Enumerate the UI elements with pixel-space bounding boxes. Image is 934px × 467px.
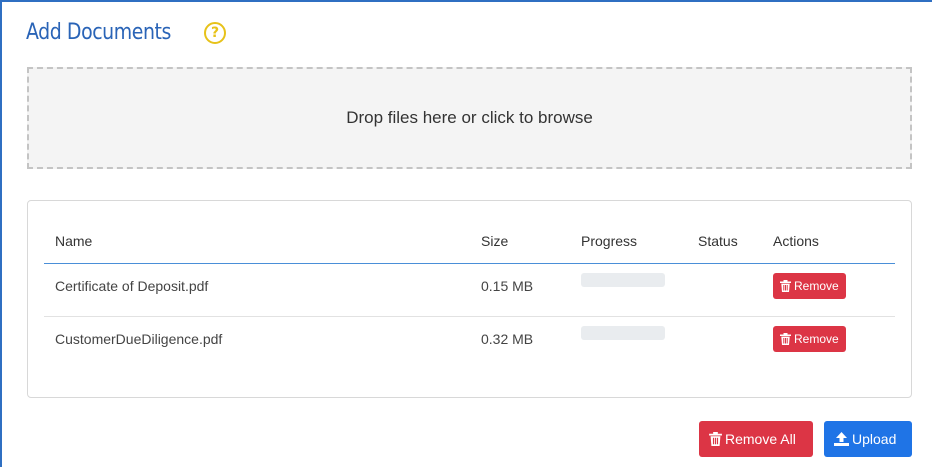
file-size: 0.32 MB [481, 331, 534, 347]
dropzone-label: Drop files here or click to browse [346, 108, 593, 127]
table-row: Certificate of Deposit.pdf 0.15 MB Remov… [44, 264, 895, 317]
column-header-actions: Actions [773, 233, 819, 249]
document-upload-panel: Add Documents ? Drop files here or click… [0, 0, 932, 467]
table-row: CustomerDueDiligence.pdf 0.32 MB Remove [44, 317, 895, 369]
panel-header: Add Documents ? [26, 20, 226, 45]
remove-all-label: Remove All [725, 431, 796, 447]
progress-bar [581, 326, 665, 340]
column-header-size: Size [481, 233, 509, 249]
remove-button-label: Remove [794, 332, 839, 346]
file-dropzone[interactable]: Drop files here or click to browse [27, 67, 912, 169]
trash-icon [780, 280, 791, 292]
file-name: Certificate of Deposit.pdf [55, 278, 209, 294]
table-header: Name Size Progress Status Actions [44, 223, 895, 264]
upload-button[interactable]: Upload [824, 421, 912, 457]
file-size: 0.15 MB [481, 278, 534, 294]
column-header-progress: Progress [581, 233, 638, 249]
remove-file-button[interactable]: Remove [773, 273, 846, 299]
column-header-name: Name [55, 233, 93, 249]
remove-all-button[interactable]: Remove All [699, 421, 813, 457]
help-icon[interactable]: ? [204, 21, 226, 44]
file-name: CustomerDueDiligence.pdf [55, 331, 223, 347]
trash-icon [709, 432, 722, 446]
remove-button-label: Remove [794, 279, 839, 293]
file-table: Name Size Progress Status Actions Certif… [27, 200, 912, 398]
upload-icon [834, 432, 849, 446]
column-header-status: Status [698, 233, 738, 249]
trash-icon [780, 333, 791, 345]
page-title: Add Documents [26, 20, 171, 45]
progress-bar [581, 273, 665, 287]
upload-label: Upload [852, 431, 897, 447]
remove-file-button[interactable]: Remove [773, 326, 846, 352]
